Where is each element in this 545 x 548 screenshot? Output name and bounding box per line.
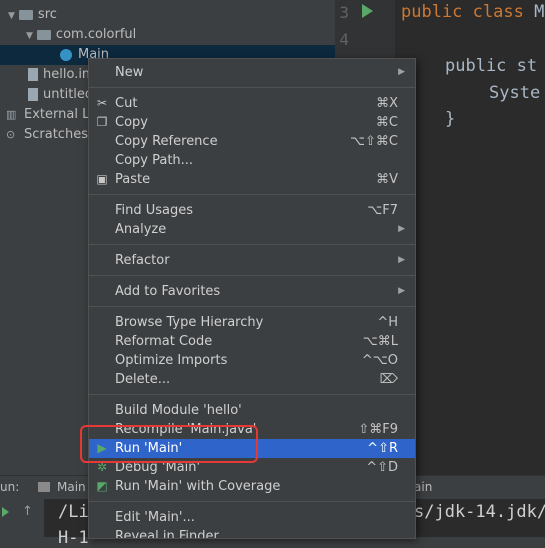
console-line-1-right: s/jdk-14.jdk/ (414, 502, 545, 522)
tree-item-src[interactable]: ▼ src (8, 5, 57, 25)
menu-separator (89, 194, 415, 195)
line-number: 3 (339, 3, 349, 22)
menu-item-paste[interactable]: ▣ Paste ⌘V (89, 170, 415, 189)
menu-separator (89, 244, 415, 245)
chevron-down-icon[interactable]: ▼ (26, 26, 33, 46)
tree-item-scratches[interactable]: ⊙ Scratches (6, 125, 88, 145)
menu-item-browse-type-hierarchy[interactable]: Browse Type Hierarchy ^H (89, 313, 415, 332)
run-tab-main[interactable]: Main (57, 480, 86, 494)
code-line-5: } (445, 109, 456, 129)
run-label: un: (0, 480, 20, 494)
menu-item-edit-main[interactable]: Edit 'Main'... (89, 508, 415, 527)
menu-item-copy-reference[interactable]: Copy Reference ⌥⇧⌘C (89, 132, 415, 151)
menu-item-optimize-imports[interactable]: Optimize Imports ^⌥O (89, 351, 415, 370)
tree-item-package[interactable]: ▼ com.colorful (26, 25, 136, 45)
annotation-highlight-box (80, 425, 258, 463)
arrow-up-icon[interactable]: ↑ (22, 504, 33, 519)
library-icon: ▥ (6, 108, 17, 121)
console-icon (38, 482, 50, 492)
menu-item-reformat-code[interactable]: Reformat Code ⌥⌘L (89, 332, 415, 351)
menu-item-run-with-coverage[interactable]: ◩ Run 'Main' with Coverage (89, 477, 415, 496)
code-line-4: Syste (489, 83, 541, 103)
submenu-arrow-icon: ▶ (398, 255, 405, 265)
code-line-3: public st (445, 56, 538, 76)
coverage-icon: ◩ (96, 479, 108, 493)
submenu-arrow-icon: ▶ (398, 224, 405, 234)
menu-separator (89, 87, 415, 88)
tree-item-external-libraries[interactable]: ▥ External Li (6, 105, 93, 125)
chevron-down-icon[interactable]: ▼ (8, 6, 15, 26)
menu-item-cut[interactable]: ✂ Cut ⌘X (89, 94, 415, 113)
menu-separator (89, 306, 415, 307)
run-gutter-icon[interactable] (362, 4, 373, 18)
tree-item-hello-iml[interactable]: hello.im (28, 65, 95, 85)
package-icon (36, 29, 51, 40)
menu-item-new[interactable]: New ▶ (89, 63, 415, 82)
menu-item-reveal-in-finder[interactable]: Reveal in Finder (89, 527, 415, 538)
class-icon (60, 48, 72, 61)
rerun-icon[interactable] (2, 507, 9, 517)
menu-item-find-usages[interactable]: Find Usages ⌥F7 (89, 201, 415, 220)
code-line-1: public class M (401, 2, 545, 22)
paste-icon: ▣ (96, 172, 108, 186)
file-icon (28, 88, 38, 101)
menu-item-add-to-favorites[interactable]: Add to Favorites ▶ (89, 282, 415, 301)
context-menu: New ▶ ✂ Cut ⌘X ❐ Copy ⌘C Copy Reference ⌥⇧⌘C C… (88, 58, 416, 539)
line-number: 4 (339, 30, 349, 49)
file-icon (28, 68, 38, 81)
menu-item-copy[interactable]: ❐ Copy ⌘C (89, 113, 415, 132)
scratches-icon: ⊙ (6, 128, 16, 141)
submenu-arrow-icon: ▶ (398, 286, 405, 296)
tree-item-untitled[interactable]: untitled (28, 85, 93, 105)
menu-separator (89, 275, 415, 276)
run-tab-text: ain (414, 480, 433, 494)
copy-icon: ❐ (96, 115, 108, 129)
menu-item-analyze[interactable]: Analyze ▶ (89, 220, 415, 239)
console-gutter: ↑ (0, 499, 44, 537)
submenu-arrow-icon: ▶ (398, 67, 405, 77)
menu-separator (89, 394, 415, 395)
menu-item-delete[interactable]: Delete... ⌦ (89, 370, 415, 389)
console-line-1: /Li (58, 502, 89, 522)
folder-icon (18, 9, 33, 20)
code-editor[interactable]: public class M public st Syste } (395, 0, 545, 475)
menu-separator (89, 501, 415, 502)
scissors-icon: ✂ (96, 96, 108, 110)
menu-item-refactor[interactable]: Refactor ▶ (89, 251, 415, 270)
console-line-2: H-1 (58, 528, 89, 548)
menu-item-build-module[interactable]: Build Module 'hello' (89, 401, 415, 420)
menu-item-copy-path[interactable]: Copy Path... (89, 151, 415, 170)
